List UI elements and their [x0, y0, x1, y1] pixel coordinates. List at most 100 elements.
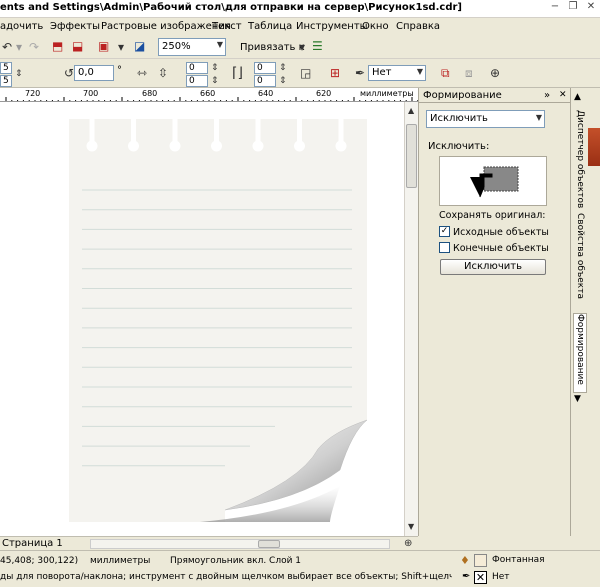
title-bar: ents and Settings\Admin\Рабочий стол\для… — [0, 0, 600, 18]
corner-style-icon[interactable]: ◲ — [300, 66, 311, 80]
keep-original-label: Сохранять оригинал: — [439, 210, 546, 221]
fill-swatch[interactable] — [474, 554, 487, 567]
standard-toolbar: ↶ ▾ ↷ ⬒ ⬓ ▣ ▾ ◪ 250% ▼ Привязать к ▾ ☰ — [0, 35, 600, 59]
menu-item-effects[interactable]: Эффекты — [50, 21, 100, 32]
fill-label: Фонтанная — [492, 555, 545, 565]
close-button[interactable]: ✕ — [584, 1, 598, 15]
menu-item-table[interactable]: Таблица — [248, 21, 292, 32]
menu-item-window[interactable]: Окно — [362, 21, 389, 32]
outline-width-value: Нет — [372, 67, 392, 78]
page-tab-1[interactable]: Страница 1 — [2, 538, 63, 549]
application-launcher-icon[interactable]: ◪ — [134, 39, 145, 53]
zoom-value: 250% — [162, 41, 191, 52]
source-objects-checkbox[interactable]: ✓ — [439, 226, 450, 237]
undo-dropdown-icon[interactable]: ▾ — [16, 40, 22, 54]
tab-object-manager[interactable]: Диспетчер объектов — [573, 110, 587, 210]
notepad-ring-slot — [338, 119, 344, 145]
rotation-icon: ↺ — [64, 66, 75, 80]
import-icon[interactable]: ⬒ — [52, 39, 63, 53]
tab-object-manager-label: Диспетчер объектов — [575, 110, 585, 209]
target-icon[interactable]: ⊕ — [490, 66, 500, 80]
convert-to-curves-icon[interactable]: ⧉ — [441, 66, 450, 80]
snap-to-button[interactable]: Привязать к — [240, 42, 305, 53]
status-units: миллиметры — [90, 556, 151, 566]
minimize-button[interactable]: − — [548, 1, 562, 15]
scroll-down-icon[interactable]: ▼ — [408, 520, 414, 534]
outline-width-select[interactable]: Нет ▼ — [368, 65, 426, 81]
fill-bucket-icon: ♦ — [460, 554, 470, 567]
rotation-field[interactable]: 0,0 — [74, 65, 114, 81]
navigator-zoom-icon[interactable]: ⊕ — [404, 537, 412, 551]
undo-icon[interactable]: ↶ — [2, 40, 12, 54]
mirror-vertical-icon[interactable]: ⇳ — [158, 66, 168, 80]
options-list-icon[interactable]: ☰ — [312, 39, 323, 53]
spinner-icon-4[interactable]: ⇕ — [279, 74, 287, 88]
menu-item-arrange[interactable]: адочить — [0, 21, 43, 32]
scroll-up-icon[interactable]: ▲ — [408, 104, 414, 118]
text-wrap-icon[interactable]: ⊞ — [330, 66, 340, 80]
shaping-docker: Формирование » ✕ Исключить ▼ Исключить: … — [418, 88, 571, 536]
spinner-icon[interactable]: ⇕ — [211, 61, 219, 75]
shaping-mode-select[interactable]: Исключить ▼ — [426, 110, 545, 128]
redo-icon[interactable]: ↷ — [29, 40, 39, 54]
lock-corners-icon[interactable]: ⌈⌋ — [232, 66, 243, 80]
corner-radius-4-field[interactable]: 0 — [254, 75, 276, 87]
exclude-apply-button[interactable]: Исключить — [440, 259, 546, 275]
tab-object-properties[interactable]: Свойства объекта — [573, 213, 587, 313]
window-title: ents and Settings\Admin\Рабочий стол\для… — [0, 2, 462, 13]
notepad-ring-slot — [89, 119, 95, 145]
restore-button[interactable]: ❐ — [566, 1, 580, 15]
tabs-scroll-up-icon[interactable]: ▲ — [574, 92, 581, 102]
chevron-down-icon: ▼ — [535, 113, 542, 122]
x-position-field[interactable]: 5 — [0, 62, 12, 74]
weld-icon[interactable]: ⧈ — [465, 66, 473, 80]
publish-pdf-icon[interactable]: ▣ — [98, 39, 109, 53]
publish-dropdown-icon[interactable]: ▾ — [118, 40, 124, 54]
status-bar: 45,408; 300,122) миллиметры Прямоугольни… — [0, 550, 600, 587]
spinner-icon-3[interactable]: ⇕ — [279, 61, 287, 75]
menu-bar: адочить Эффекты Растровые изображения Те… — [0, 18, 600, 35]
outline-pen-icon: ✒ — [355, 66, 366, 80]
outline-none-swatch[interactable]: ✕ — [474, 571, 487, 584]
menu-item-help[interactable]: Справка — [396, 21, 440, 32]
menu-item-text[interactable]: Текст — [212, 21, 242, 32]
menu-item-tools[interactable]: Инструменты — [296, 21, 368, 32]
tab-shaping[interactable]: Формирование — [573, 313, 587, 393]
shaping-mode-value: Исключить — [430, 113, 488, 124]
status-hint: ды для поворота/наклона; инструмент с дв… — [0, 572, 452, 582]
horizontal-scroll-thumb[interactable] — [258, 540, 280, 548]
shaping-preview — [439, 156, 547, 206]
chevron-down-icon: ▼ — [416, 67, 423, 76]
horizontal-scrollbar[interactable] — [90, 539, 390, 549]
vertical-scroll-thumb[interactable] — [406, 124, 417, 188]
vertical-scrollbar[interactable]: ▲ ▼ — [404, 102, 418, 536]
spinner-icon-2[interactable]: ⇕ — [211, 74, 219, 88]
source-objects-label: Исходные объекты — [453, 227, 549, 238]
collapse-docker-icon[interactable]: » — [544, 90, 550, 101]
degree-symbol: ° — [117, 65, 122, 76]
zoom-select[interactable]: 250% ▼ — [158, 38, 226, 56]
palette-swatch-red[interactable] — [588, 128, 600, 166]
notepad-drawing — [69, 119, 388, 522]
chevron-down-icon: ▼ — [216, 40, 223, 49]
mirror-horizontal-icon[interactable]: ⇿ — [137, 66, 147, 80]
cursor-coordinates: 45,408; 300,122) — [0, 556, 79, 566]
notepad-ring-slot — [255, 119, 261, 145]
mode-heading: Исключить: — [428, 141, 490, 152]
export-icon[interactable]: ⬓ — [72, 39, 83, 53]
notepad-ring-slot — [380, 119, 385, 145]
corner-radius-1-field[interactable]: 0 — [186, 62, 208, 74]
outline-label: Нет — [492, 572, 510, 582]
target-objects-checkbox[interactable] — [439, 242, 450, 253]
y-position-field[interactable]: 5 — [0, 75, 12, 87]
outline-pen-status-icon: ✒ — [462, 571, 471, 582]
tabs-scroll-down-icon[interactable]: ▼ — [574, 394, 581, 404]
snap-dropdown-icon[interactable]: ▾ — [299, 40, 305, 54]
close-docker-icon[interactable]: ✕ — [559, 90, 567, 100]
position-spinner-icon[interactable]: ⇕ — [15, 67, 23, 81]
drawing-canvas[interactable] — [0, 102, 404, 536]
notepad-ring-slot — [297, 119, 302, 145]
corner-radius-2-field[interactable]: 0 — [186, 75, 208, 87]
corner-radius-3-field[interactable]: 0 — [254, 62, 276, 74]
notepad-ring-slot — [131, 119, 136, 145]
